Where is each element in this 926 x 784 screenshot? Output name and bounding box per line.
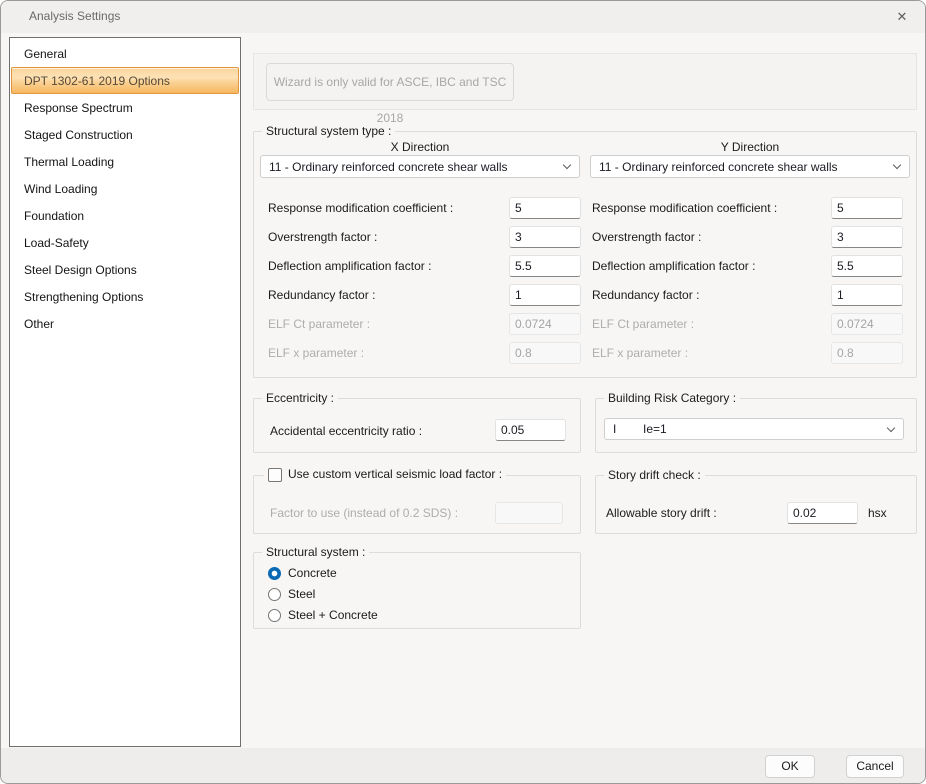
group-caption: Building Risk Category :: [604, 391, 740, 406]
elf-x-param-x-input: [509, 342, 581, 364]
accidental-eccentricity-label: Accidental eccentricity ratio :: [270, 420, 422, 442]
sidebar-item-strengthening-options[interactable]: Strengthening Options: [11, 283, 239, 310]
sidebar-item-steel-design-options[interactable]: Steel Design Options: [11, 256, 239, 283]
deflection-amplification-y-input[interactable]: [831, 255, 903, 277]
x-direction-selected-value: 11 - Ordinary reinforced concrete shear …: [269, 160, 508, 174]
overstrength-y-input[interactable]: [831, 226, 903, 248]
radio-unselected-icon: [268, 588, 281, 601]
use-custom-vertical-checkbox[interactable]: [268, 468, 282, 482]
dialog-footer: OK Cancel: [1, 748, 925, 783]
radio-selected-icon: [268, 567, 281, 580]
sidebar-item-other[interactable]: Other: [11, 310, 239, 337]
cancel-button[interactable]: Cancel: [846, 755, 904, 778]
redundancy-y-input[interactable]: [831, 284, 903, 306]
overstrength-y-label: Overstrength factor :: [592, 226, 701, 248]
sidebar-item-dpt-1302-61-2019-options[interactable]: DPT 1302-61 2019 Options: [11, 67, 239, 94]
elf-x-param-y-label: ELF x parameter :: [592, 342, 688, 364]
response-modification-y-input[interactable]: [831, 197, 903, 219]
redundancy-x-input[interactable]: [509, 284, 581, 306]
redundancy-y-label: Redundancy factor :: [592, 284, 699, 306]
y-direction-select[interactable]: 11 - Ordinary reinforced concrete shear …: [590, 155, 910, 178]
ok-button[interactable]: OK: [765, 755, 815, 778]
radio-steel[interactable]: Steel: [268, 587, 315, 601]
elf-ct-y-label: ELF Ct parameter :: [592, 313, 694, 335]
structural-system-group: Structural system : Concrete Steel Steel…: [253, 552, 581, 629]
story-drift-check-group: Story drift check : Allowable story drif…: [595, 475, 917, 534]
group-caption: Structural system type :: [262, 124, 395, 139]
close-icon[interactable]: ✕: [891, 7, 913, 27]
elf-ct-x-input: [509, 313, 581, 335]
x-direction-header: X Direction: [260, 140, 580, 154]
sidebar-item-thermal-loading[interactable]: Thermal Loading: [11, 148, 239, 175]
factor-to-use-input: [495, 502, 563, 524]
elf-ct-x-label: ELF Ct parameter :: [268, 313, 370, 335]
building-risk-category-value: I Ie=1: [613, 422, 667, 436]
redundancy-x-label: Redundancy factor :: [268, 284, 375, 306]
use-custom-vertical-label: Use custom vertical seismic load factor …: [288, 467, 502, 482]
radio-unselected-icon: [268, 609, 281, 622]
radio-steel-concrete[interactable]: Steel + Concrete: [268, 608, 378, 622]
group-caption: Eccentricity :: [262, 391, 338, 406]
group-caption: Structural system :: [262, 545, 369, 560]
chevron-down-icon: [887, 423, 895, 431]
radio-concrete-label: Concrete: [288, 566, 337, 580]
deflection-amplification-x-input[interactable]: [509, 255, 581, 277]
overstrength-x-label: Overstrength factor :: [268, 226, 377, 248]
deflection-amplification-x-label: Deflection amplification factor :: [268, 255, 431, 277]
deflection-amplification-y-label: Deflection amplification factor :: [592, 255, 755, 277]
sidebar-item-response-spectrum[interactable]: Response Spectrum: [11, 94, 239, 121]
eccentricity-group: Eccentricity : Accidental eccentricity r…: [253, 398, 581, 453]
sidebar-item-general[interactable]: General: [11, 40, 239, 67]
factor-to-use-label: Factor to use (instead of 0.2 SDS) :: [270, 502, 458, 524]
x-direction-select[interactable]: 11 - Ordinary reinforced concrete shear …: [260, 155, 580, 178]
elf-ct-y-input: [831, 313, 903, 335]
story-drift-unit-label: hsx: [868, 502, 887, 524]
y-direction-selected-value: 11 - Ordinary reinforced concrete shear …: [599, 160, 838, 174]
response-modification-y-label: Response modification coefficient :: [592, 197, 777, 219]
building-risk-category-select[interactable]: I Ie=1: [604, 418, 904, 440]
radio-concrete[interactable]: Concrete: [268, 566, 337, 580]
wizard-panel: Wizard is only valid for ASCE, IBC and T…: [253, 53, 917, 110]
elf-x-param-y-input: [831, 342, 903, 364]
allowable-story-drift-input[interactable]: [787, 502, 858, 524]
custom-vertical-seismic-group: Use custom vertical seismic load factor …: [253, 475, 581, 534]
elf-x-param-x-label: ELF x parameter :: [268, 342, 364, 364]
radio-steel-concrete-label: Steel + Concrete: [288, 608, 378, 622]
title-bar: Analysis Settings ✕: [1, 1, 925, 33]
overstrength-x-input[interactable]: [509, 226, 581, 248]
sidebar-item-load-safety[interactable]: Load-Safety: [11, 229, 239, 256]
radio-steel-label: Steel: [288, 587, 315, 601]
allowable-story-drift-label: Allowable story drift :: [606, 502, 717, 524]
sidebar-item-foundation[interactable]: Foundation: [11, 202, 239, 229]
analysis-settings-dialog: Analysis Settings ✕ General DPT 1302-61 …: [0, 0, 926, 784]
sidebar-item-wind-loading[interactable]: Wind Loading: [11, 175, 239, 202]
y-direction-header: Y Direction: [590, 140, 910, 154]
custom-vertical-caption: Use custom vertical seismic load factor …: [264, 467, 506, 482]
group-caption: Story drift check :: [604, 468, 705, 483]
response-modification-x-input[interactable]: [509, 197, 581, 219]
settings-category-list: General DPT 1302-61 2019 Options Respons…: [9, 37, 241, 747]
chevron-down-icon: [563, 161, 571, 169]
accidental-eccentricity-input[interactable]: [495, 419, 566, 441]
window-title: Analysis Settings: [29, 9, 120, 23]
response-modification-x-label: Response modification coefficient :: [268, 197, 453, 219]
building-risk-category-group: Building Risk Category : I Ie=1: [595, 398, 917, 453]
wizard-note-button[interactable]: Wizard is only valid for ASCE, IBC and T…: [266, 63, 514, 101]
structural-system-type-group: Structural system type : X Direction Y D…: [253, 131, 917, 378]
sidebar-item-staged-construction[interactable]: Staged Construction: [11, 121, 239, 148]
chevron-down-icon: [893, 161, 901, 169]
